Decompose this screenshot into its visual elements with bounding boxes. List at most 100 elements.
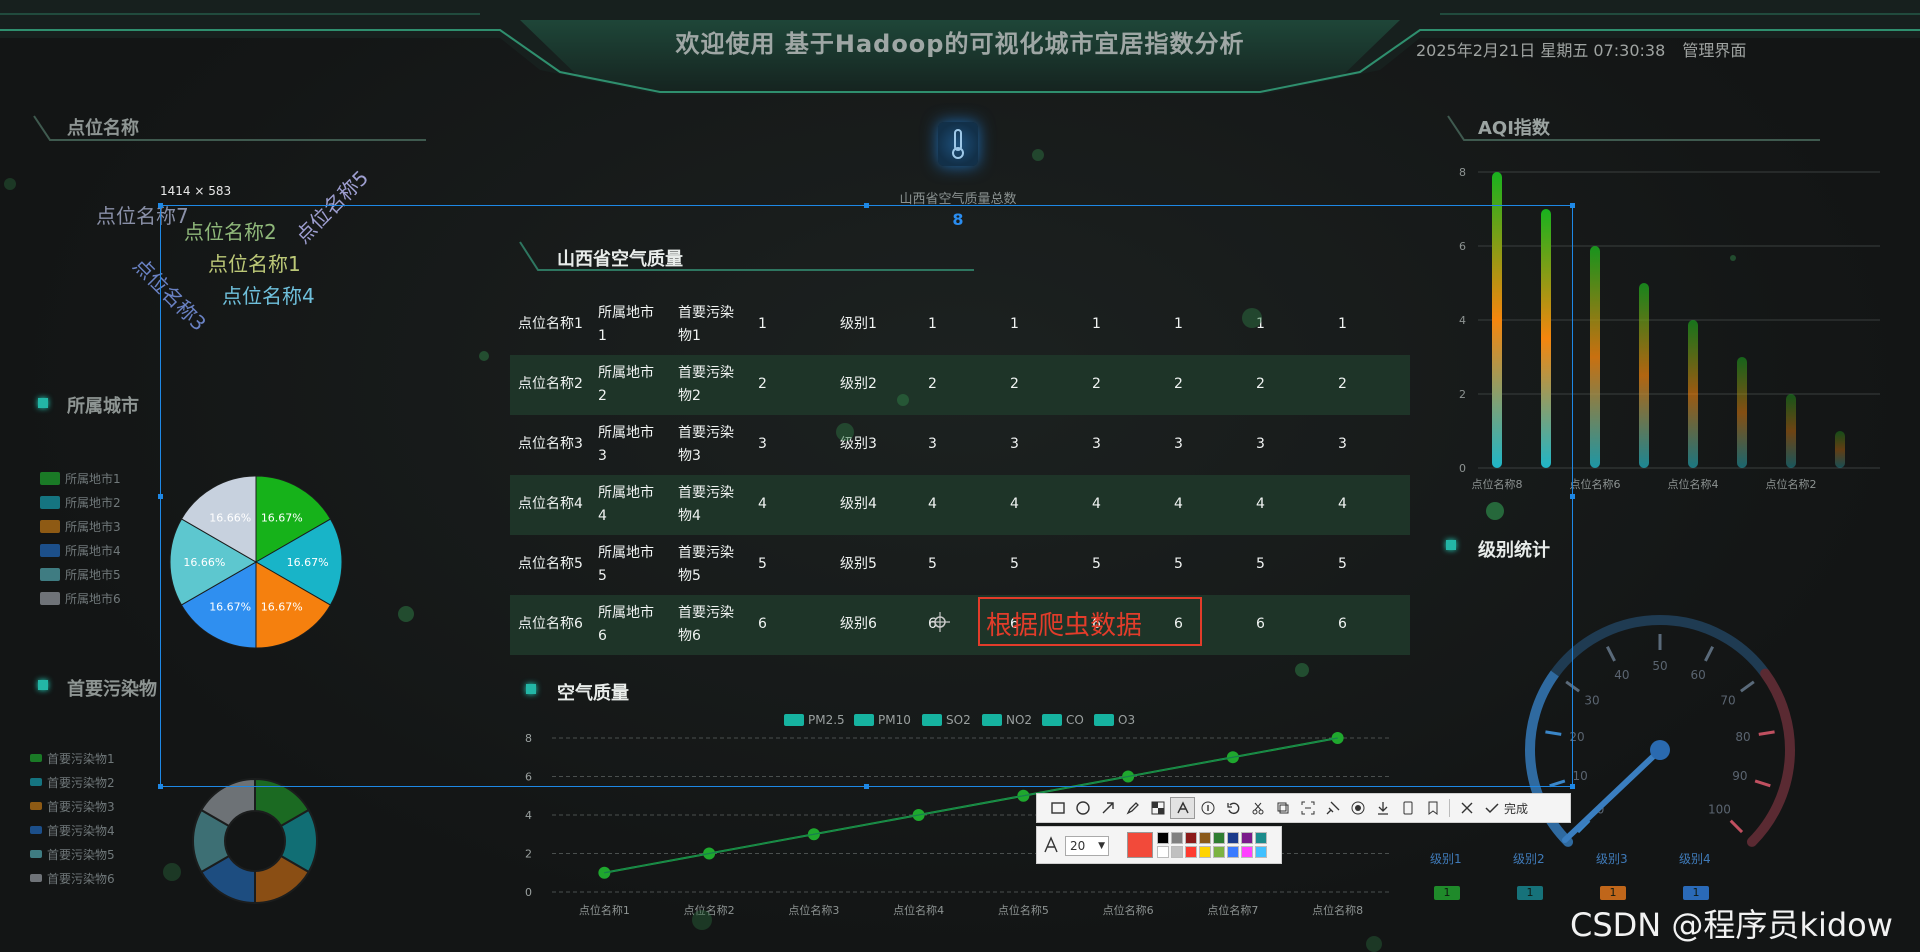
pen-tool-icon[interactable] <box>1120 797 1145 819</box>
panel-title-aqi: AQI指数 <box>1478 118 1550 139</box>
ocr-icon[interactable] <box>1295 797 1320 819</box>
mosaic-tool-icon[interactable] <box>1145 797 1170 819</box>
palette-color-swatch[interactable] <box>1255 832 1267 844</box>
level-legend-label: 级别2 <box>1513 852 1545 866</box>
city-legend: 所属地市1 所属地市2 所属地市3 所属地市4 所属地市5 所属地市6 <box>40 466 121 610</box>
legend-swatch <box>40 519 60 533</box>
selection-handle[interactable] <box>864 784 869 789</box>
palette-color-swatch[interactable] <box>1255 846 1267 858</box>
x-tick-label: 点位名称2 <box>684 903 735 916</box>
legend-item[interactable]: 所属地市1 <box>40 466 121 490</box>
x-tick-label: 点位名称4 <box>893 903 944 916</box>
palette-color-swatch[interactable] <box>1185 832 1197 844</box>
palette-color-swatch[interactable] <box>1199 846 1211 858</box>
legend-swatch <box>40 495 60 509</box>
legend-swatch <box>30 826 42 834</box>
aqi-bar <box>1688 320 1698 468</box>
text-style-bar: 20 ▼ <box>1036 826 1282 864</box>
gauge-tick <box>1754 779 1771 788</box>
palette-color-swatch[interactable] <box>1185 846 1197 858</box>
legend-item[interactable]: 所属地市3 <box>40 514 121 538</box>
screenshot-selection-frame[interactable] <box>160 205 1573 787</box>
check-icon[interactable] <box>1479 797 1504 819</box>
level-badge: 1 <box>1517 886 1543 900</box>
legend-label: 所属地市3 <box>65 519 121 534</box>
selection-handle[interactable] <box>158 203 163 208</box>
x-tick-label: 点位名称5 <box>998 903 1049 916</box>
x-tick-label: 点位名称3 <box>788 903 839 916</box>
text-tool-icon[interactable] <box>1170 797 1195 819</box>
aqi-bar <box>1737 357 1747 468</box>
annotation-text-box[interactable]: 根据爬虫数据 <box>978 597 1202 646</box>
selection-handle[interactable] <box>1570 494 1575 499</box>
gauge-tick-label: 70 <box>1720 694 1735 708</box>
done-button[interactable]: 完成 <box>1504 800 1528 817</box>
palette-color-swatch[interactable] <box>1227 846 1239 858</box>
y-tick-label: 2 <box>525 848 532 861</box>
legend-label: 首要污染物6 <box>47 871 115 886</box>
download-icon[interactable] <box>1370 797 1395 819</box>
selection-handle[interactable] <box>1570 784 1575 789</box>
legend-item[interactable]: 首要污染物4 <box>30 818 115 842</box>
legend-label: 首要污染物1 <box>47 751 115 766</box>
selection-handle[interactable] <box>1570 203 1575 208</box>
rectangle-tool-icon[interactable] <box>1045 797 1070 819</box>
pin-icon[interactable] <box>1320 797 1345 819</box>
legend-item[interactable]: 首要污染物5 <box>30 842 115 866</box>
selection-handle[interactable] <box>158 784 163 789</box>
legend-swatch <box>40 543 60 557</box>
x-tick-label: 点位名称2 <box>1766 477 1817 491</box>
palette-color-swatch[interactable] <box>1171 846 1183 858</box>
gauge-tick <box>1740 680 1755 693</box>
legend-label: 首要污染物3 <box>47 799 115 814</box>
legend-item[interactable]: 首要污染物1 <box>30 746 115 770</box>
cut-icon[interactable] <box>1245 797 1270 819</box>
level-badge: 1 <box>1683 886 1709 900</box>
current-color-swatch[interactable] <box>1127 832 1153 858</box>
palette-color-swatch[interactable] <box>1213 832 1225 844</box>
palette-color-swatch[interactable] <box>1241 832 1253 844</box>
aqi-bar <box>1639 283 1649 468</box>
close-icon[interactable] <box>1454 797 1479 819</box>
palette-color-swatch[interactable] <box>1199 832 1211 844</box>
legend-item[interactable]: 首要污染物6 <box>30 866 115 890</box>
selection-handle[interactable] <box>158 494 163 499</box>
legend-item[interactable]: 所属地市6 <box>40 586 121 610</box>
datetime-text: 2025年2月21日 星期五 07:30:38 <box>1416 41 1666 60</box>
color-palette <box>1157 832 1277 860</box>
gauge-tick-label: 100 <box>1708 802 1731 816</box>
x-tick-label: 点位名称4 <box>1668 477 1719 491</box>
legend-label: 首要污染物5 <box>47 847 115 862</box>
level-badge: 1 <box>1434 886 1460 900</box>
legend-swatch <box>40 471 60 485</box>
palette-color-swatch[interactable] <box>1171 832 1183 844</box>
font-size-select[interactable]: 20 ▼ <box>1065 836 1109 856</box>
legend-item[interactable]: 首要污染物3 <box>30 794 115 818</box>
copy-icon[interactable] <box>1270 797 1295 819</box>
record-icon[interactable] <box>1345 797 1370 819</box>
phone-icon[interactable] <box>1395 797 1420 819</box>
bookmark-icon[interactable] <box>1420 797 1445 819</box>
legend-label: 所属地市2 <box>65 495 121 510</box>
legend-item[interactable]: 所属地市4 <box>40 538 121 562</box>
legend-label: 所属地市5 <box>65 567 121 582</box>
selection-handle[interactable] <box>864 203 869 208</box>
x-tick-label: 点位名称6 <box>1570 477 1621 491</box>
gauge-tick-label: 60 <box>1690 668 1705 682</box>
palette-color-swatch[interactable] <box>1227 832 1239 844</box>
pollutant-donut-chart <box>192 777 318 905</box>
palette-color-swatch[interactable] <box>1213 846 1225 858</box>
arrow-tool-icon[interactable] <box>1095 797 1120 819</box>
palette-color-swatch[interactable] <box>1157 832 1169 844</box>
number-tool-icon[interactable] <box>1195 797 1220 819</box>
legend-item[interactable]: 首要污染物2 <box>30 770 115 794</box>
pollutant-legend: 首要污染物1 首要污染物2 首要污染物3 首要污染物4 首要污染物5 首要污染物6 <box>30 746 115 890</box>
undo-icon[interactable] <box>1220 797 1245 819</box>
palette-color-swatch[interactable] <box>1241 846 1253 858</box>
legend-item[interactable]: 所属地市2 <box>40 490 121 514</box>
admin-link[interactable]: 管理界面 <box>1682 41 1746 60</box>
ellipse-tool-icon[interactable] <box>1070 797 1095 819</box>
gauge-needle <box>1562 747 1663 843</box>
legend-item[interactable]: 所属地市5 <box>40 562 121 586</box>
palette-color-swatch[interactable] <box>1157 846 1169 858</box>
